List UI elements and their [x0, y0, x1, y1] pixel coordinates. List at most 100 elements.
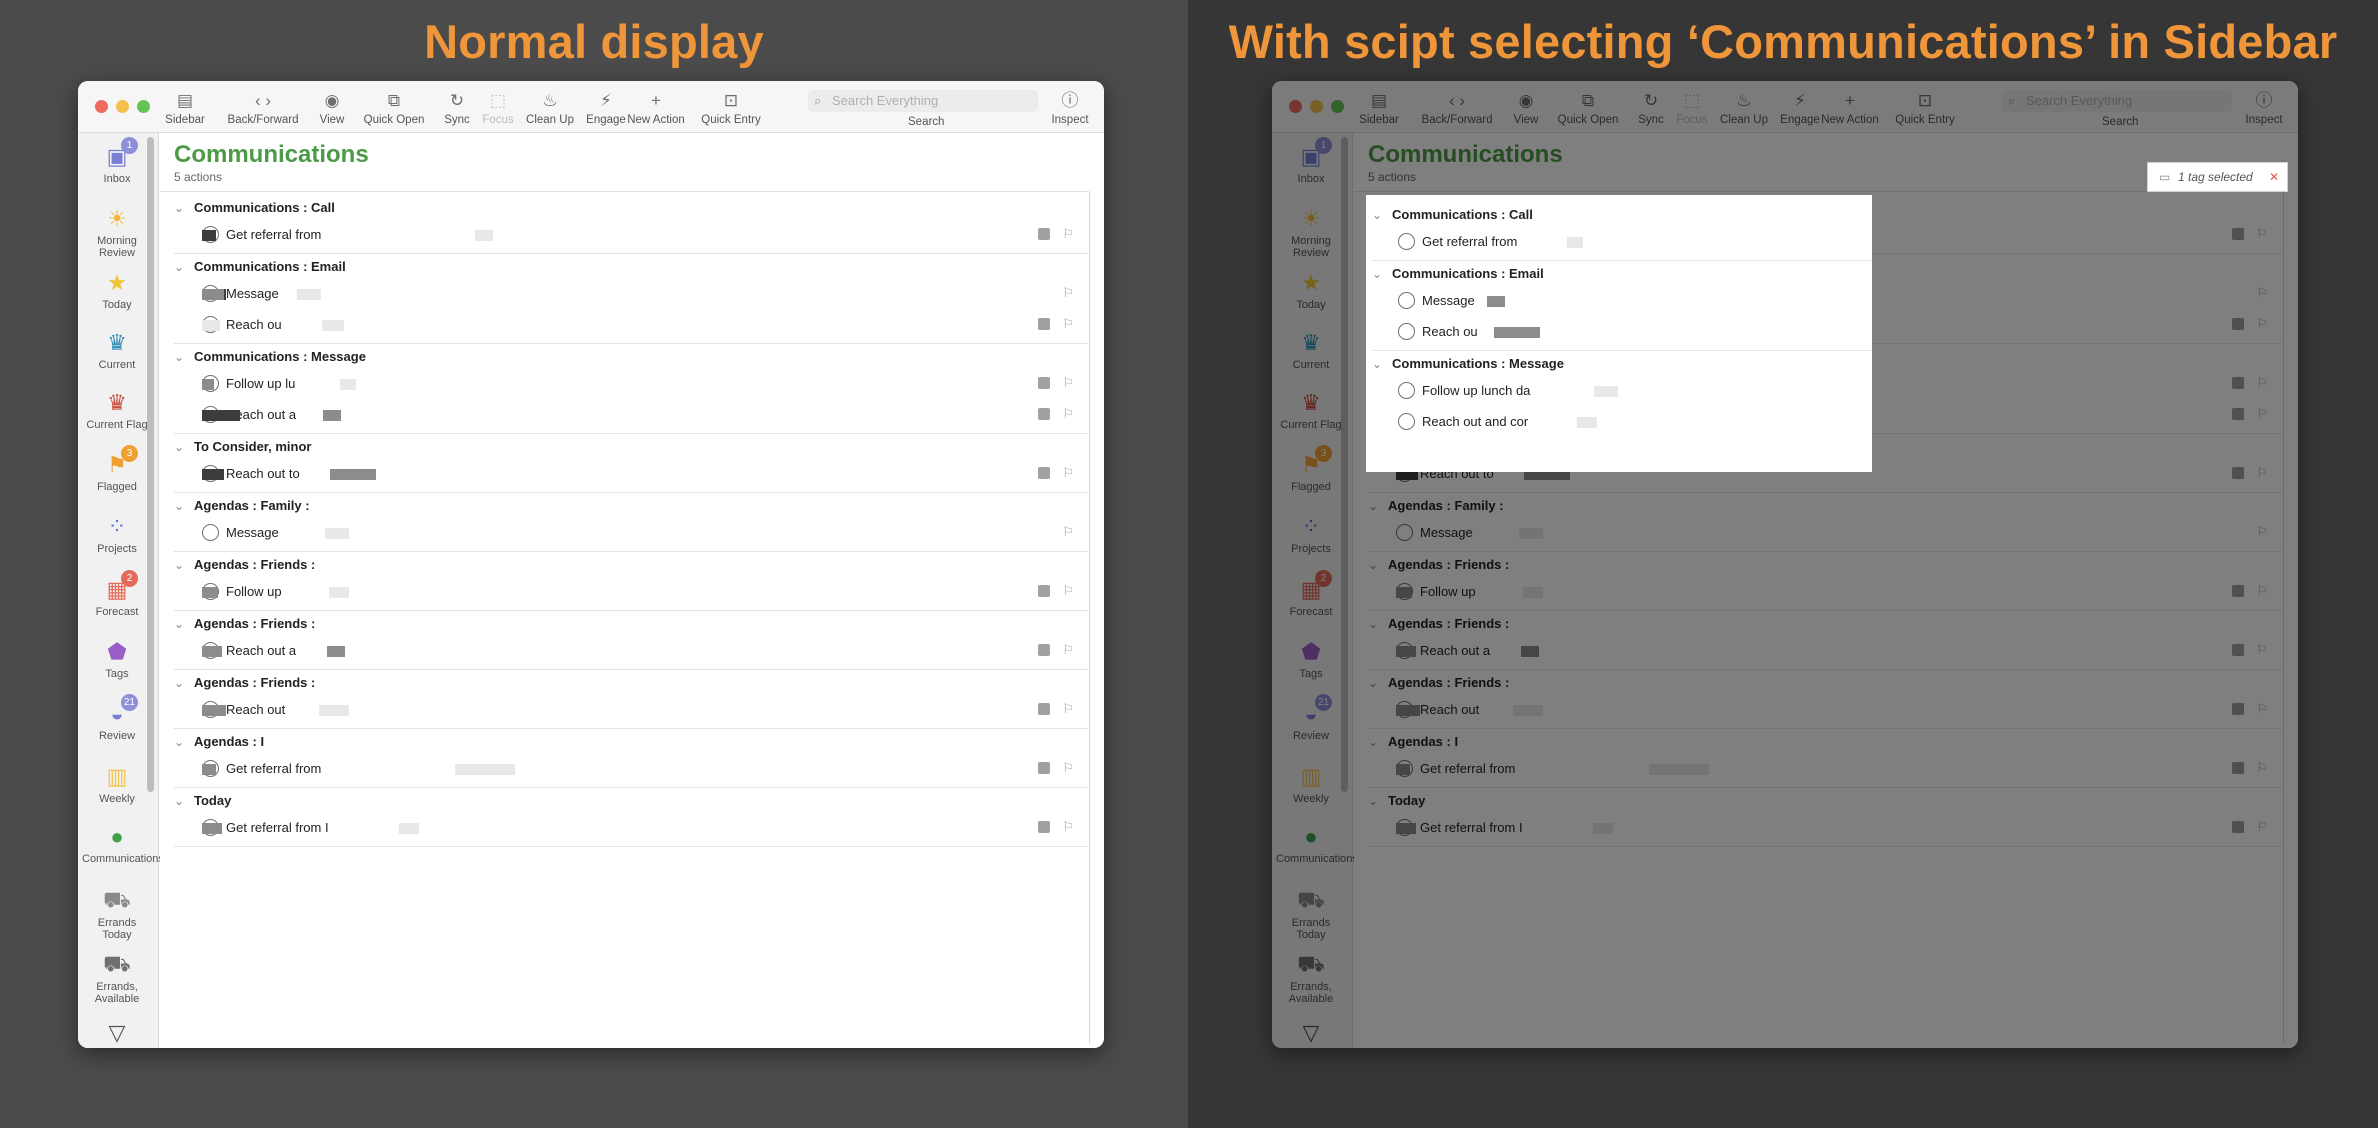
- completion-checkbox[interactable]: [1398, 413, 1415, 430]
- note-icon[interactable]: [2232, 762, 2244, 774]
- chevron-down-icon[interactable]: ⌄: [174, 350, 194, 364]
- sidebar-item-tags[interactable]: ⬟ Tags: [78, 638, 156, 680]
- note-icon[interactable]: [1038, 821, 1050, 833]
- flag-icon[interactable]: ⚐: [1062, 524, 1074, 540]
- sidebar-item-errands-available[interactable]: ⛟ Errands, Available: [1272, 951, 1350, 1006]
- flag-icon[interactable]: ⚐: [1062, 642, 1074, 658]
- chevron-down-icon[interactable]: ⌄: [1368, 794, 1388, 808]
- clean-up-button[interactable]: ♨ Clean Up: [1714, 90, 1774, 126]
- flag-icon[interactable]: ⚐: [2256, 760, 2268, 776]
- clean-up-button[interactable]: ♨ Clean Up: [520, 90, 580, 126]
- inspect-button[interactable]: ⓘ Inspect: [1040, 90, 1100, 126]
- flag-icon[interactable]: ⚐: [2256, 406, 2268, 422]
- sidebar-item-current[interactable]: ♛ Current: [1272, 329, 1350, 371]
- note-icon[interactable]: [2232, 228, 2244, 240]
- chevron-down-icon[interactable]: ⌄: [1372, 267, 1392, 281]
- sidebar-item-errands-today[interactable]: ⛟ Errands Today: [78, 887, 156, 942]
- sidebar-item-filter[interactable]: ▽: [78, 1019, 156, 1047]
- chevron-down-icon[interactable]: ⌄: [174, 558, 194, 572]
- sidebar-item-flagged[interactable]: ⚑ 3 Flagged: [1272, 445, 1350, 493]
- group-header[interactable]: ⌄ Agendas : Friends :: [174, 616, 315, 631]
- note-icon[interactable]: [1038, 228, 1050, 240]
- note-icon[interactable]: [2232, 318, 2244, 330]
- close-window-button[interactable]: [1289, 100, 1302, 113]
- action-row[interactable]: Reach out ⚐: [202, 695, 1088, 725]
- completion-checkbox[interactable]: [1396, 524, 1413, 541]
- action-row[interactable]: Reach ou: [1398, 317, 1872, 347]
- group-header[interactable]: ⌄Communications : Message: [174, 349, 366, 364]
- note-icon[interactable]: [1038, 377, 1050, 389]
- flag-icon[interactable]: ⚐: [1062, 583, 1074, 599]
- sidebar-item-forecast[interactable]: ▦ 2 Forecast: [1272, 570, 1350, 618]
- sidebar-item-weekly[interactable]: ▥ Weekly: [1272, 763, 1350, 805]
- action-row[interactable]: Get referral from: [1398, 227, 1872, 257]
- group-header[interactable]: ⌄ Today: [1368, 793, 1425, 808]
- note-icon[interactable]: [2232, 467, 2244, 479]
- flag-icon[interactable]: ⚐: [1062, 285, 1074, 301]
- action-row[interactable]: Reach out a ⚐: [1396, 636, 2282, 666]
- zoom-window-button[interactable]: [137, 100, 150, 113]
- sidebar-item-inbox[interactable]: ▣ 1 Inbox: [1272, 137, 1350, 185]
- sidebar-item-weekly[interactable]: ▥ Weekly: [78, 763, 156, 805]
- action-row[interactable]: Follow up ⚐: [1396, 577, 2282, 607]
- sidebar-item-current[interactable]: ♛ Current: [78, 329, 156, 371]
- sidebar-item-morning-review[interactable]: ☀ Morning Review: [1272, 205, 1350, 259]
- chevron-down-icon[interactable]: ⌄: [1368, 735, 1388, 749]
- flag-icon[interactable]: ⚐: [1062, 316, 1074, 332]
- group-header[interactable]: ⌄To Consider, minor: [174, 439, 312, 454]
- close-icon[interactable]: ✕: [2269, 163, 2279, 191]
- new-action-button[interactable]: + New Action: [1820, 90, 1880, 126]
- sidebar-item-communications[interactable]: ● Communications: [78, 823, 164, 865]
- group-header[interactable]: ⌄ Agendas : Friends :: [174, 557, 315, 572]
- sidebar-item-errands-today[interactable]: ⛟ Errands Today: [1272, 887, 1350, 942]
- sidebar-item-morning-review[interactable]: ☀ Morning Review: [78, 205, 156, 259]
- flag-icon[interactable]: ⚐: [2256, 701, 2268, 717]
- chevron-down-icon[interactable]: ⌄: [174, 735, 194, 749]
- close-window-button[interactable]: [95, 100, 108, 113]
- flag-icon[interactable]: ⚐: [1062, 375, 1074, 391]
- sidebar-item-forecast[interactable]: ▦ 2 Forecast: [78, 570, 156, 618]
- note-icon[interactable]: [1038, 585, 1050, 597]
- action-row[interactable]: Follow up ⚐: [202, 577, 1088, 607]
- group-header[interactable]: ⌄ Agendas : Family :: [1368, 498, 1504, 513]
- sidebar-item-today[interactable]: ★ Today: [78, 269, 156, 311]
- chevron-down-icon[interactable]: ⌄: [174, 201, 194, 215]
- quick-entry-button[interactable]: ⊡ Quick Entry: [701, 90, 761, 126]
- sidebar-item-communications[interactable]: ● Communications: [1272, 823, 1358, 865]
- sidebar-item-projects[interactable]: ⁘ Projects: [78, 513, 156, 555]
- note-icon[interactable]: [2232, 821, 2244, 833]
- flag-icon[interactable]: ⚐: [1062, 760, 1074, 776]
- sidebar-item-tags[interactable]: ⬟ Tags: [1272, 638, 1350, 680]
- content-scrollbar[interactable]: [2283, 191, 2284, 1044]
- action-row[interactable]: Get referral from ⚐: [202, 220, 1088, 250]
- chevron-down-icon[interactable]: ⌄: [174, 676, 194, 690]
- note-icon[interactable]: [1038, 762, 1050, 774]
- chevron-down-icon[interactable]: ⌄: [174, 617, 194, 631]
- flag-icon[interactable]: ⚐: [2256, 524, 2268, 540]
- flag-icon[interactable]: ⚐: [2256, 819, 2268, 835]
- group-header[interactable]: ⌄Communications : Email: [1372, 266, 1544, 281]
- flag-icon[interactable]: ⚐: [2256, 642, 2268, 658]
- action-row[interactable]: Reach ou ⚐: [202, 310, 1088, 340]
- flag-icon[interactable]: ⚐: [1062, 701, 1074, 717]
- zoom-window-button[interactable]: [1331, 100, 1344, 113]
- sidebar-button[interactable]: ▤ Sidebar: [1349, 90, 1409, 126]
- group-header[interactable]: ⌄Communications : Call: [174, 200, 335, 215]
- chevron-down-icon[interactable]: ⌄: [1368, 558, 1388, 572]
- chevron-down-icon[interactable]: ⌄: [1368, 499, 1388, 513]
- chevron-down-icon[interactable]: ⌄: [1372, 357, 1392, 371]
- flag-icon[interactable]: ⚐: [1062, 226, 1074, 242]
- group-header[interactable]: ⌄ Agendas : Friends :: [1368, 557, 1509, 572]
- note-icon[interactable]: [2232, 377, 2244, 389]
- back-forward-button[interactable]: ‹ › Back/Forward: [1422, 90, 1493, 126]
- completion-checkbox[interactable]: [1398, 233, 1415, 250]
- chevron-down-icon[interactable]: ⌄: [174, 794, 194, 808]
- group-header[interactable]: ⌄Communications : Call: [1372, 207, 1533, 222]
- flag-icon[interactable]: ⚐: [2256, 583, 2268, 599]
- action-row[interactable]: Follow up lu ⚐: [202, 369, 1088, 399]
- action-row[interactable]: Get referral from I ⚐: [202, 813, 1088, 843]
- back-forward-button[interactable]: ‹ › Back/Forward: [228, 90, 299, 126]
- chevron-down-icon[interactable]: ⌄: [1372, 208, 1392, 222]
- action-row[interactable]: Get referral from I ⚐: [1396, 813, 2282, 843]
- chevron-down-icon[interactable]: ⌄: [174, 260, 194, 274]
